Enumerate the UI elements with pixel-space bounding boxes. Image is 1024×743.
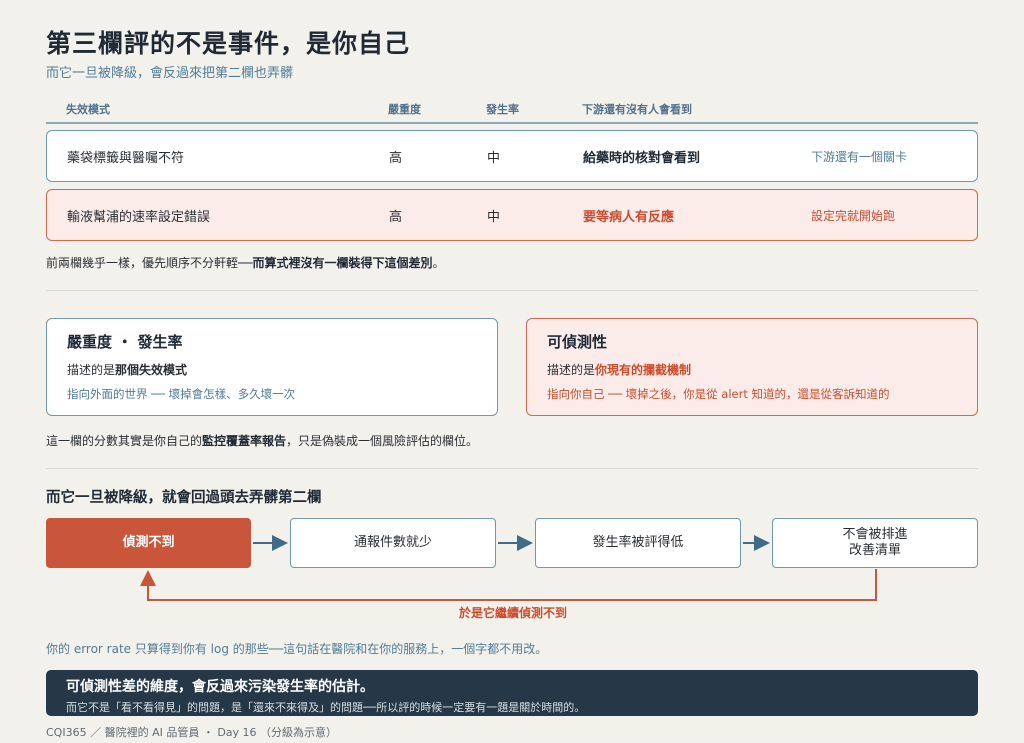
summary-banner: 可偵測性差的維度，會反過來污染發生率的估計。 而它不是「看不看得見」的問題，是「… bbox=[46, 670, 978, 716]
banner-subtext: 而它不是「看不看得見」的問題，是「還來不來得及」的問題──所以評的時候一定要有一… bbox=[66, 701, 586, 714]
feedback-loop-label: 於是它繼續偵測不到 bbox=[458, 606, 567, 620]
flow-note: 你的 error rate 只算得到你有 log 的那些──這句話在醫院和在你的… bbox=[46, 642, 548, 656]
footer-credit: CQI365 ／ 醫院裡的 AI 品管員 ・ Day 16 （分級為示意） bbox=[46, 726, 338, 739]
banner-heading: 可偵測性差的維度，會反過來污染發生率的估計。 bbox=[66, 679, 374, 695]
flow-arrows bbox=[140, 535, 877, 601]
feedback-loop-arrow bbox=[140, 569, 877, 601]
